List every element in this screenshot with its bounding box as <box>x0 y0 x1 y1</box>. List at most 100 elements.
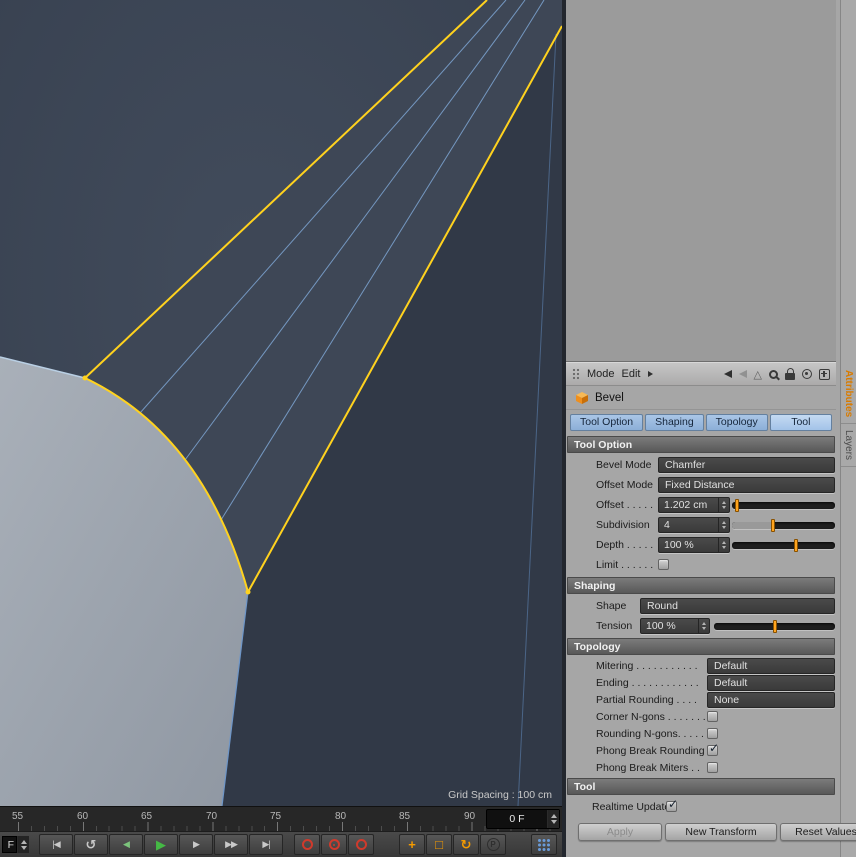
new-transform-button[interactable]: New Transform <box>665 823 777 841</box>
tab-topology[interactable]: Topology <box>705 413 768 431</box>
bevel-mode-dropdown[interactable]: Chamfer <box>658 457 835 473</box>
bevel-vertex[interactable] <box>245 589 251 595</box>
new-panel-icon[interactable] <box>819 368 830 380</box>
timeline-ruler[interactable]: 55 60 65 70 75 80 85 90 0 F <box>0 806 562 831</box>
field-label: Limit . . . . . . <box>596 559 654 571</box>
row-phong-break-miters: Phong Break Miters . . <box>566 759 836 776</box>
realtime-update-checkbox[interactable]: ✓ <box>666 797 678 812</box>
subdivision-slider-handle[interactable] <box>771 519 776 532</box>
limit-checkbox[interactable] <box>658 559 669 570</box>
row-phong-break-rounding: Phong Break Rounding ✓ <box>566 741 836 759</box>
phong-break-rounding-checkbox[interactable]: ✓ <box>707 741 719 756</box>
shape-dropdown[interactable]: Round <box>640 598 835 614</box>
goto-start-button[interactable]: |◀ <box>39 834 73 855</box>
reset-values-button[interactable]: Reset Values <box>780 823 856 841</box>
record-rotation-toggle[interactable]: ↻ <box>453 834 479 855</box>
field-label: Realtime Update <box>592 801 671 813</box>
record-scale-toggle[interactable]: □ <box>426 834 452 855</box>
mode-menu[interactable]: Mode <box>587 368 615 380</box>
current-frame-field[interactable]: 0 F <box>486 809 560 829</box>
record-keyframes-button[interactable] <box>294 834 320 855</box>
offset-slider-handle[interactable] <box>735 499 740 512</box>
parameter-icon: P <box>486 838 500 851</box>
frame-number-label: F <box>7 838 14 851</box>
partial-rounding-dropdown[interactable]: None <box>707 692 835 708</box>
section-header-tool[interactable]: Tool <box>567 778 835 795</box>
offset-spinner[interactable] <box>718 498 729 512</box>
subdivision-input[interactable]: 4 <box>658 517 730 533</box>
frame-number-stepper[interactable] <box>17 836 29 853</box>
next-frame-button[interactable]: ▶ <box>179 834 213 855</box>
tab-attributes[interactable]: Attributes <box>841 364 856 425</box>
viewport[interactable]: Grid Spacing : 100 cm <box>0 0 562 806</box>
search-icon[interactable] <box>769 369 778 379</box>
row-corner-ngons: Corner N-gons . . . . . . . <box>566 708 836 725</box>
focus-icon[interactable] <box>802 369 812 379</box>
section-header-shaping[interactable]: Shaping <box>567 577 835 594</box>
play-backwards-button[interactable]: ◀ <box>109 834 143 855</box>
rotation-icon: ↻ <box>460 836 472 852</box>
field-label: Offset . . . . . <box>596 499 653 511</box>
viewport-canvas[interactable] <box>0 0 562 806</box>
record-pla-toggle[interactable] <box>531 834 557 855</box>
field-label: Rounding N-gons. . . . . <box>596 727 704 740</box>
offset-input[interactable]: 1.202 cm <box>658 497 730 513</box>
row-offset-mode: Offset Mode Fixed Distance <box>566 475 836 495</box>
tension-slider-handle[interactable] <box>772 620 777 633</box>
depth-input[interactable]: 100 % <box>658 537 730 553</box>
section-header-tool-option[interactable]: Tool Option <box>567 436 835 453</box>
history-back-icon[interactable] <box>723 370 732 378</box>
tension-slider[interactable] <box>714 620 835 633</box>
history-forward-icon[interactable] <box>738 370 747 378</box>
fast-forward-button[interactable]: ▶▶ <box>214 834 248 855</box>
panel-tab-strip: Attributes Layers <box>840 0 856 857</box>
ruler-label: 85 <box>399 811 411 822</box>
play-button[interactable]: ▶ <box>144 834 178 855</box>
filter-icon[interactable] <box>754 368 762 381</box>
ending-dropdown[interactable]: Default <box>707 675 835 691</box>
autokeying-button[interactable] <box>321 834 347 855</box>
subdivision-spinner[interactable] <box>718 518 729 532</box>
tab-tool-option[interactable]: Tool Option <box>570 413 644 431</box>
section-header-topology[interactable]: Topology <box>567 638 835 655</box>
lock-icon[interactable] <box>785 368 795 380</box>
depth-slider[interactable] <box>732 539 835 552</box>
panel-grip-icon[interactable] <box>572 368 580 380</box>
mitering-dropdown[interactable]: Default <box>707 658 835 674</box>
row-depth: Depth . . . . . 100 % <box>566 535 836 555</box>
scale-icon: □ <box>435 837 443 852</box>
phong-break-miters-checkbox[interactable] <box>707 762 718 773</box>
tension-input[interactable]: 100 % <box>640 618 710 634</box>
rounding-ngons-checkbox[interactable] <box>707 728 718 739</box>
attribute-manager-empty-area <box>566 0 836 362</box>
record-icon <box>301 839 313 850</box>
ruler-label: 60 <box>77 811 89 822</box>
tension-spinner[interactable] <box>698 619 709 633</box>
goto-end-button[interactable]: ▶| <box>249 834 283 855</box>
bevel-vertex[interactable] <box>82 375 88 381</box>
record-position-toggle[interactable]: + <box>399 834 425 855</box>
subdivision-slider[interactable] <box>732 519 835 532</box>
loop-button[interactable]: ↺ <box>74 834 108 855</box>
offset-mode-dropdown[interactable]: Fixed Distance <box>658 477 835 493</box>
attribute-tabs: Tool Option Shaping Topology Tool <box>566 410 836 434</box>
tool-buttons: Apply New Transform Reset Values <box>566 823 856 841</box>
depth-spinner[interactable] <box>718 538 729 552</box>
depth-slider-handle[interactable] <box>793 539 798 552</box>
tab-tool[interactable]: Tool <box>769 413 832 431</box>
edit-menu[interactable]: Edit <box>622 368 641 380</box>
offset-slider[interactable] <box>732 499 835 512</box>
ruler-label: 70 <box>206 811 218 822</box>
record-parameter-toggle[interactable]: P <box>480 834 506 855</box>
keyframe-selection-button[interactable] <box>348 834 374 855</box>
row-bevel-mode: Bevel Mode Chamfer <box>566 455 836 475</box>
frame-field-spinner[interactable] <box>547 810 559 828</box>
tab-layers[interactable]: Layers <box>841 424 856 468</box>
user-data-menu-icon[interactable] <box>647 371 653 377</box>
tab-shaping[interactable]: Shaping <box>645 413 704 431</box>
row-subdivision: Subdivision 4 <box>566 515 836 535</box>
corner-ngons-checkbox[interactable] <box>707 711 718 722</box>
apply-button[interactable]: Apply <box>578 823 662 841</box>
autokey-icon <box>328 839 340 850</box>
frame-number-field[interactable]: F <box>2 836 17 853</box>
